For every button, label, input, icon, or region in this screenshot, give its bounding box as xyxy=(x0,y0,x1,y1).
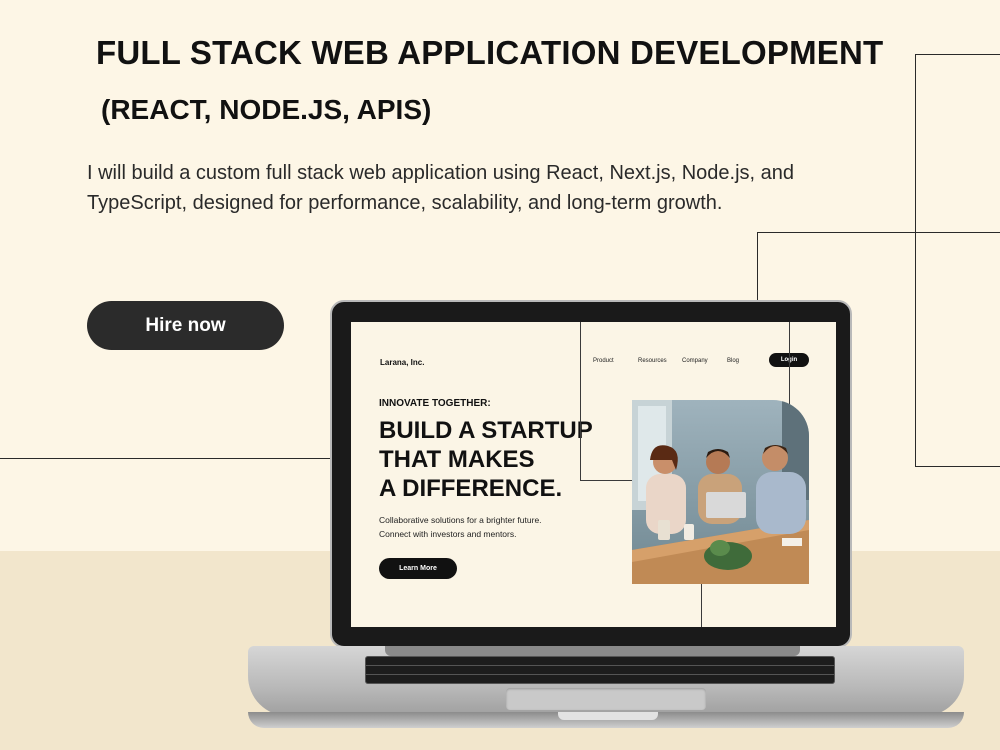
team-photo-illustration xyxy=(632,400,809,584)
hero-subtext-line: Connect with investors and mentors. xyxy=(379,529,517,539)
laptop-hinge xyxy=(385,646,800,656)
deco-line xyxy=(915,54,916,466)
hero-headline-line: BUILD A STARTUP xyxy=(379,417,593,444)
site-logo[interactable]: Larana, Inc. xyxy=(380,358,424,367)
service-description: I will build a custom full stack web app… xyxy=(87,162,795,214)
laptop-screen: Larana, Inc. Product Resources Company B… xyxy=(351,322,836,627)
deco-line xyxy=(757,232,758,302)
nav-item-company[interactable]: Company xyxy=(682,358,708,364)
hero-team-photo xyxy=(632,400,809,584)
learn-more-button[interactable]: Learn More xyxy=(379,558,457,579)
deco-line xyxy=(915,54,1000,55)
deco-line xyxy=(0,458,330,459)
page-subtitle: (REACT, NODE.JS, APIS) xyxy=(101,94,432,125)
hero-headline-line: A DIFFERENCE. xyxy=(379,475,563,502)
hero-headline: BUILD A STARTUP THAT MAKES A DIFFERENCE. xyxy=(379,416,593,503)
laptop-trackpad xyxy=(506,688,706,710)
nav-item-blog[interactable]: Blog xyxy=(727,358,739,364)
laptop-keyboard xyxy=(365,656,835,684)
hire-now-button[interactable]: Hire now xyxy=(87,301,284,350)
deco-line xyxy=(757,232,1000,233)
site-deco-line xyxy=(580,322,581,480)
hero-subtext: Collaborative solutions for a brighter f… xyxy=(379,513,542,541)
hero-subtext-line: Collaborative solutions for a brighter f… xyxy=(379,515,542,525)
nav-item-product[interactable]: Product xyxy=(593,358,614,364)
deco-line xyxy=(915,466,1000,467)
page-title: FULL STACK WEB APPLICATION DEVELOPMENT xyxy=(96,34,884,71)
laptop-notch xyxy=(558,712,658,720)
nav-item-resources[interactable]: Resources xyxy=(638,358,667,364)
hero-eyebrow: INNOVATE TOGETHER: xyxy=(379,398,491,409)
hero-headline-line: THAT MAKES xyxy=(379,446,535,473)
